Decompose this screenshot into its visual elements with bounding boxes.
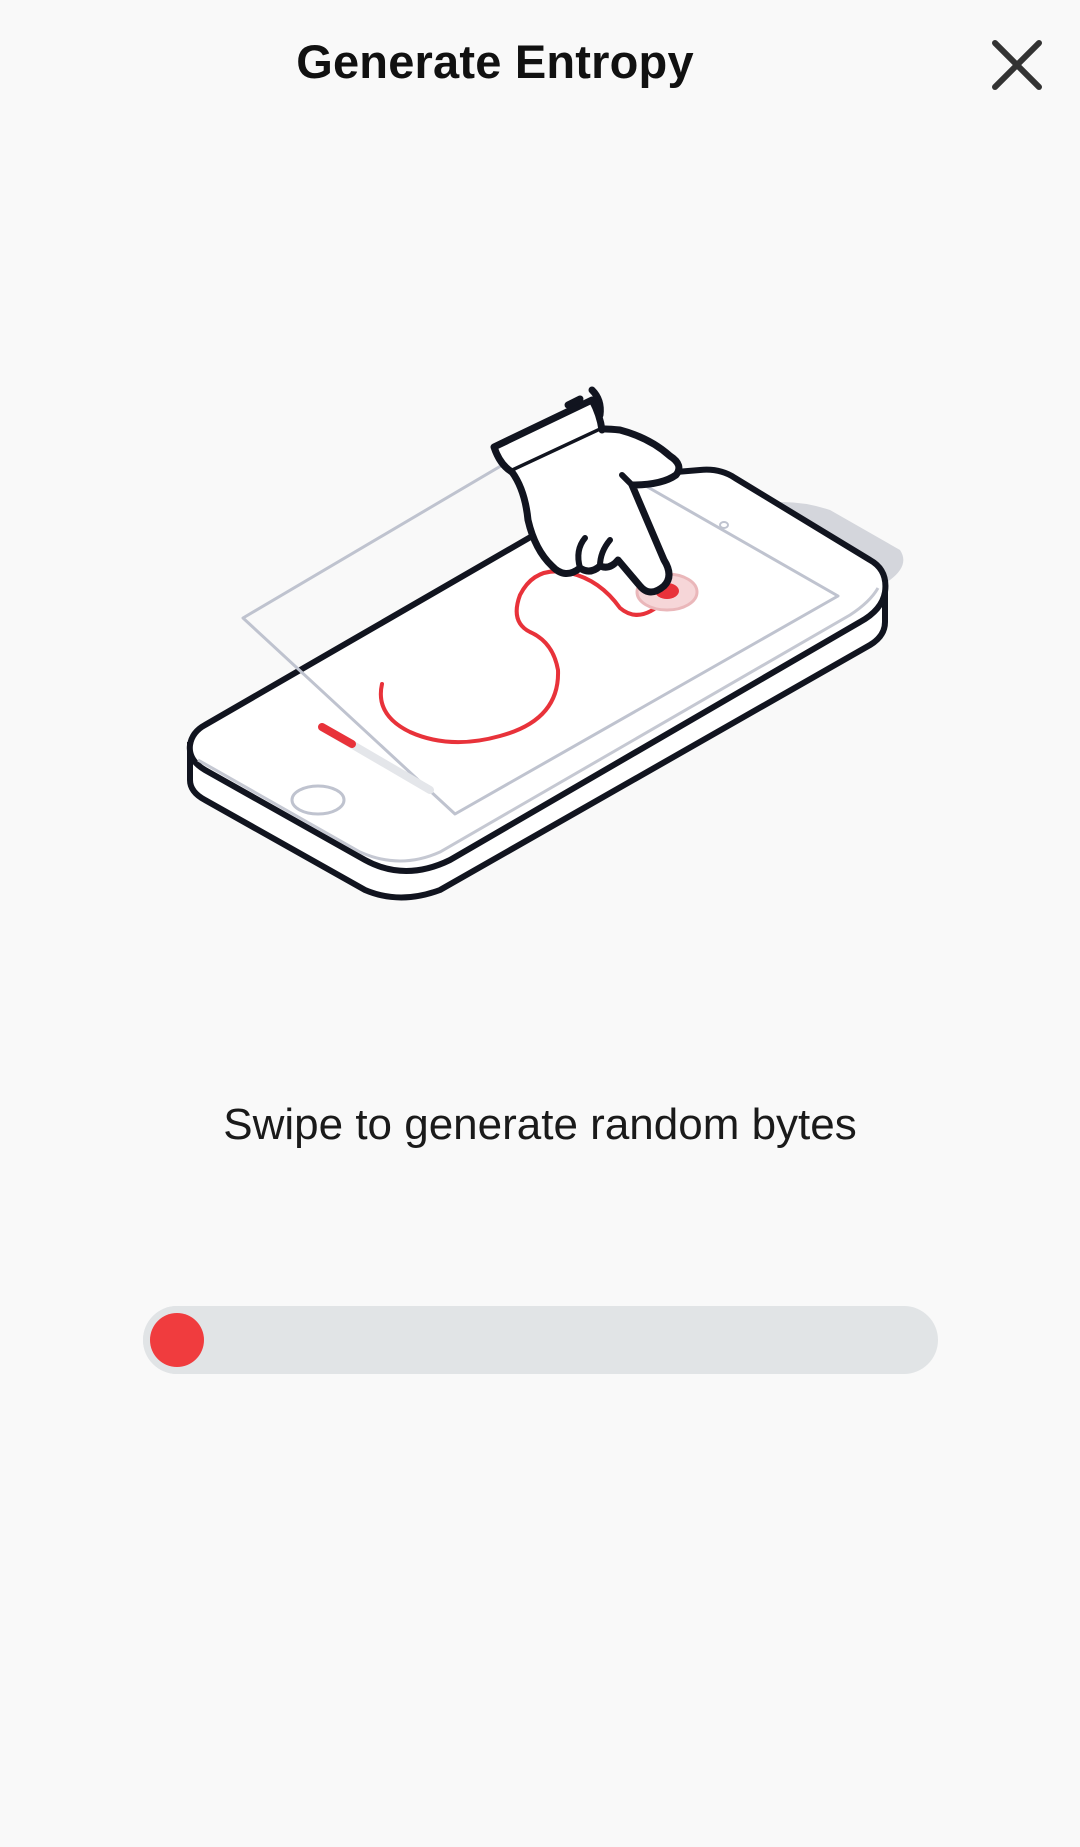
close-button[interactable] [982, 30, 1052, 100]
instruction-text: Swipe to generate random bytes [223, 1100, 857, 1149]
header: Generate Entropy [0, 0, 1080, 130]
progress-indicator [150, 1313, 204, 1367]
phone-swipe-illustration [0, 370, 1080, 930]
page-title: Generate Entropy [296, 35, 694, 88]
close-icon [992, 40, 1042, 90]
entropy-progress-bar [143, 1306, 938, 1374]
